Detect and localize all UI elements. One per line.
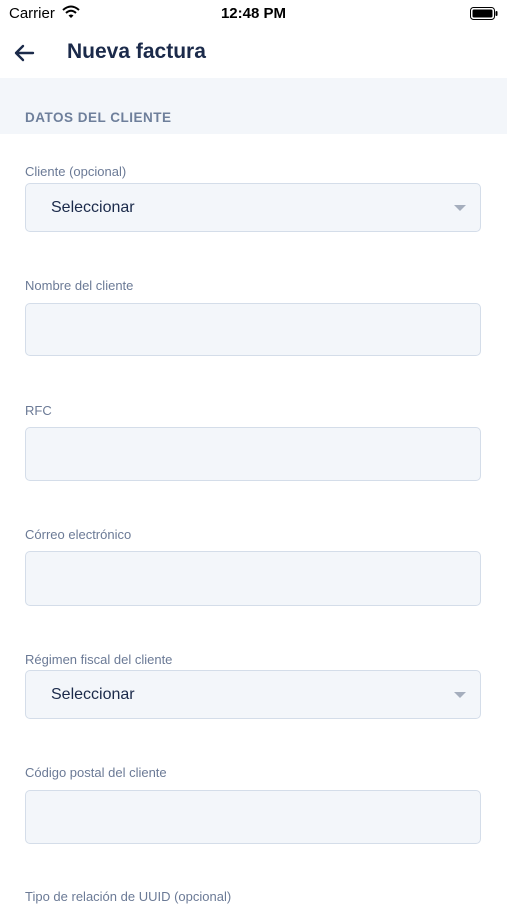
cliente-label: Cliente (opcional) [25,164,127,179]
battery-icon [470,7,498,20]
chevron-down-icon [454,205,466,211]
rfc-label: RFC [25,403,52,418]
email-input[interactable] [25,551,481,606]
nombre-label: Nombre del cliente [25,278,134,293]
section-title: DATOS DEL CLIENTE [25,110,172,125]
rfc-input[interactable] [25,427,481,481]
section-header: DATOS DEL CLIENTE [0,78,507,134]
regimen-select-value: Seleccionar [51,686,135,703]
page-title: Nueva factura [67,40,206,63]
app-header: Nueva factura [0,28,507,78]
back-arrow-icon[interactable] [12,41,36,65]
status-bar: Carrier 12:48 PM [0,0,507,28]
cliente-select-value: Seleccionar [51,199,135,216]
codigo-postal-input[interactable] [25,790,481,844]
status-time: 12:48 PM [220,5,287,22]
regimen-select[interactable]: Seleccionar [25,670,481,719]
codigo-postal-label: Código postal del cliente [25,765,167,780]
chevron-down-icon [454,692,466,698]
correo-label: Córreo electrónico [25,527,132,542]
tipo-relacion-label: Tipo de relación de UUID (opcional) [25,889,232,904]
nombre-input[interactable] [25,303,481,356]
regimen-label: Régimen fiscal del cliente [25,652,173,667]
cliente-select[interactable]: Seleccionar [25,183,481,232]
